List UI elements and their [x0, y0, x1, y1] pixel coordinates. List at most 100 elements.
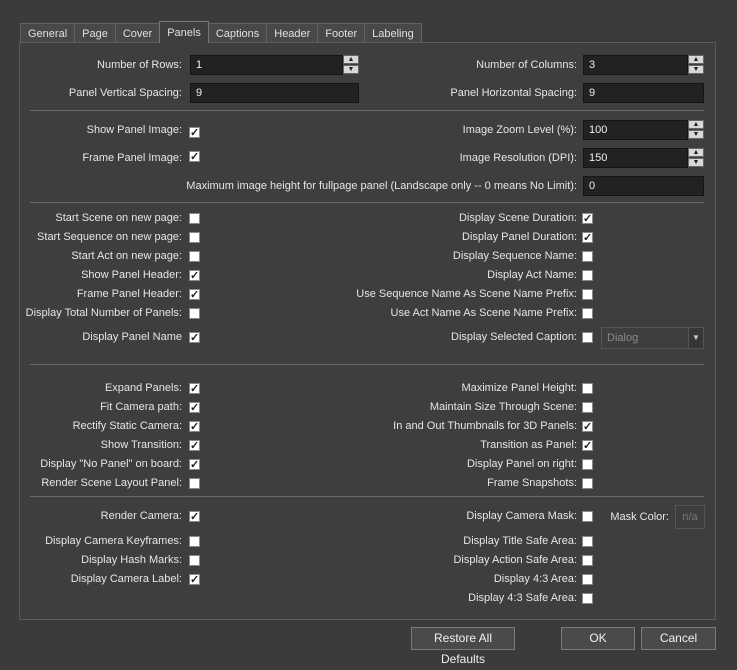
display-panel-name-label: Display Panel Name	[82, 331, 182, 343]
frame-panel-image-checkbox[interactable]: ✓	[189, 151, 200, 163]
show-transition-checkbox[interactable]: ✓	[189, 440, 200, 452]
in-and-out-thumbnails-for-3d-panels-checkbox[interactable]: ✓	[582, 421, 593, 433]
display-no-panel-on-board-checkbox[interactable]: ✓	[189, 459, 200, 471]
rows-input[interactable]: 1	[190, 55, 343, 75]
frame-panel-header-checkbox[interactable]: ✓	[189, 289, 200, 301]
caption-dropdown[interactable]: Dialog ▼	[601, 327, 704, 349]
spin-down-icon[interactable]: ▼	[688, 130, 704, 139]
display-hash-marks-label: Display Hash Marks:	[81, 554, 182, 566]
display-action-safe-area-checkbox[interactable]	[582, 555, 593, 566]
use-sequence-name-as-scene-name-prefix-checkbox[interactable]	[582, 289, 593, 300]
separator	[30, 202, 704, 203]
display-act-name-checkbox[interactable]	[582, 270, 593, 281]
ok-button[interactable]: OK	[561, 627, 635, 650]
maintain-size-through-scene-checkbox[interactable]	[582, 402, 593, 413]
zoom-input[interactable]: 100	[583, 120, 688, 140]
caption-dropdown-value: Dialog	[607, 332, 639, 344]
rows-label: Number of Rows:	[97, 59, 182, 71]
spin-down-icon[interactable]: ▼	[688, 65, 704, 74]
spin-up-icon[interactable]: ▲	[688, 120, 704, 129]
vspacing-label: Panel Vertical Spacing:	[68, 87, 182, 99]
spin-down-icon[interactable]: ▼	[688, 158, 704, 167]
display-sequence-name-checkbox[interactable]	[582, 251, 593, 262]
cols-spinner[interactable]: ▲ ▼	[688, 55, 704, 75]
tab-captions[interactable]: Captions	[207, 23, 268, 43]
render-scene-layout-panel-label: Render Scene Layout Panel:	[41, 477, 182, 489]
display-panel-name-checkbox[interactable]: ✓	[189, 332, 200, 344]
display-camera-keyframes-label: Display Camera Keyframes:	[45, 535, 182, 547]
resolution-label: Image Resolution (DPI):	[459, 152, 577, 164]
display-panel-duration-label: Display Panel Duration:	[462, 231, 577, 243]
start-act-on-new-page-checkbox[interactable]	[189, 251, 200, 262]
mask-color-label: Mask Color:	[610, 511, 669, 523]
resolution-input[interactable]: 150	[583, 148, 688, 168]
fit-camera-path-label: Fit Camera path:	[100, 401, 182, 413]
spin-up-icon[interactable]: ▲	[688, 148, 704, 157]
use-sequence-name-as-scene-name-prefix-label: Use Sequence Name As Scene Name Prefix:	[356, 288, 577, 300]
tab-cover[interactable]: Cover	[114, 23, 161, 43]
separator	[30, 110, 704, 111]
display-act-name-label: Display Act Name:	[487, 269, 577, 281]
spin-up-icon[interactable]: ▲	[688, 55, 704, 64]
render-scene-layout-panel-checkbox[interactable]	[189, 478, 200, 489]
mask-color-swatch[interactable]: n/a	[675, 505, 705, 529]
display-selected-caption-checkbox[interactable]	[582, 332, 593, 343]
display-panel-on-right-checkbox[interactable]	[582, 459, 593, 470]
show-panel-header-checkbox[interactable]: ✓	[189, 270, 200, 282]
resolution-spinner[interactable]: ▲ ▼	[688, 148, 704, 168]
display-panel-duration-checkbox[interactable]: ✓	[582, 232, 593, 244]
start-scene-on-new-page-checkbox[interactable]	[189, 213, 200, 224]
display-hash-marks-checkbox[interactable]	[189, 555, 200, 566]
display-sequence-name-label: Display Sequence Name:	[452, 250, 577, 262]
display-camera-mask-checkbox[interactable]	[582, 511, 593, 522]
hspacing-input[interactable]: 9	[583, 83, 704, 103]
start-act-on-new-page-label: Start Act on new page:	[71, 250, 182, 262]
spin-down-icon[interactable]: ▼	[343, 65, 359, 74]
rows-spinner[interactable]: ▲ ▼	[343, 55, 359, 75]
display-4-3-area-checkbox[interactable]	[582, 574, 593, 585]
display-camera-mask-label: Display Camera Mask:	[466, 510, 577, 522]
display-selected-caption-label: Display Selected Caption:	[451, 331, 577, 343]
tab-panels[interactable]: Panels	[159, 21, 209, 43]
frame-snapshots-label: Frame Snapshots:	[487, 477, 577, 489]
display-4-3-safe-area-checkbox[interactable]	[582, 593, 593, 604]
max-height-label: Maximum image height for fullpage panel …	[186, 180, 577, 192]
max-height-input[interactable]: 0	[583, 176, 704, 196]
frame-panel-image-label: Frame Panel Image:	[82, 152, 182, 164]
display-total-number-of-panels-checkbox[interactable]	[189, 308, 200, 319]
display-title-safe-area-checkbox[interactable]	[582, 536, 593, 547]
start-sequence-on-new-page-label: Start Sequence on new page:	[37, 231, 182, 243]
zoom-spinner[interactable]: ▲ ▼	[688, 120, 704, 140]
chevron-down-icon: ▼	[688, 328, 703, 348]
start-sequence-on-new-page-checkbox[interactable]	[189, 232, 200, 243]
display-scene-duration-checkbox[interactable]: ✓	[582, 213, 593, 225]
restore-defaults-button[interactable]: Restore All Defaults	[411, 627, 515, 666]
display-camera-label-checkbox[interactable]: ✓	[189, 574, 200, 586]
maximize-panel-height-checkbox[interactable]	[582, 383, 593, 394]
tab-footer[interactable]: Footer	[317, 23, 366, 43]
tab-page[interactable]: Page	[74, 23, 116, 43]
transition-as-panel-checkbox[interactable]: ✓	[582, 440, 593, 452]
expand-panels-label: Expand Panels:	[104, 382, 182, 394]
cancel-button[interactable]: Cancel	[641, 627, 716, 650]
tab-header[interactable]: Header	[266, 23, 319, 43]
fit-camera-path-checkbox[interactable]: ✓	[189, 402, 200, 414]
rectify-static-camera-checkbox[interactable]: ✓	[189, 421, 200, 433]
tab-general[interactable]: General	[20, 23, 76, 43]
cols-input[interactable]: 3	[583, 55, 688, 75]
spin-up-icon[interactable]: ▲	[343, 55, 359, 64]
use-act-name-as-scene-name-prefix-checkbox[interactable]	[582, 308, 593, 319]
render-camera-checkbox[interactable]: ✓	[189, 511, 200, 523]
display-camera-label-label: Display Camera Label:	[70, 573, 182, 585]
display-camera-keyframes-checkbox[interactable]	[189, 536, 200, 547]
tab-bar: General Page Cover Panels Captions Heade…	[20, 21, 422, 43]
vspacing-input[interactable]: 9	[190, 83, 359, 103]
display-total-number-of-panels-label: Display Total Number of Panels:	[25, 307, 182, 319]
expand-panels-checkbox[interactable]: ✓	[189, 383, 200, 395]
render-camera-label: Render Camera:	[100, 510, 182, 522]
cols-label: Number of Columns:	[476, 59, 577, 71]
show-panel-image-checkbox[interactable]: ✓	[189, 127, 200, 139]
use-act-name-as-scene-name-prefix-label: Use Act Name As Scene Name Prefix:	[390, 307, 577, 319]
tab-labeling[interactable]: Labeling	[364, 23, 422, 43]
frame-snapshots-checkbox[interactable]	[582, 478, 593, 489]
